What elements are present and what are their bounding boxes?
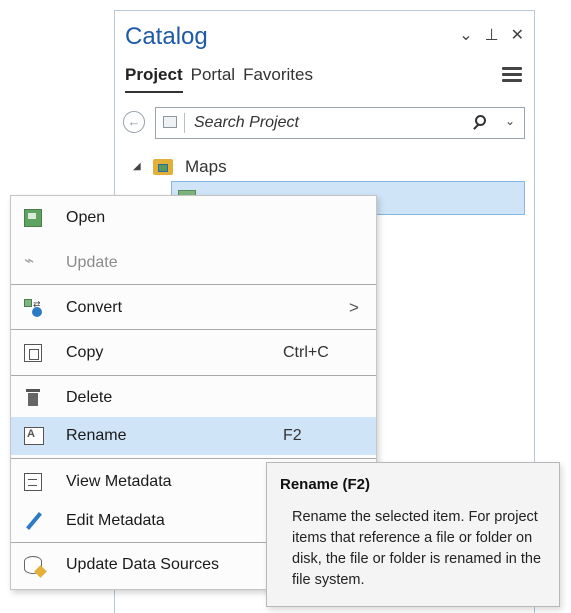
pin-icon[interactable]: ⊥ — [485, 27, 499, 45]
edit-metadata-icon — [24, 512, 42, 530]
menu-shortcut: F2 — [283, 427, 302, 444]
tooltip-title: Rename (F2) — [280, 476, 371, 493]
pane-controls: ⌄ ⊥ ✕ — [459, 27, 524, 45]
close-icon[interactable]: ✕ — [511, 27, 524, 45]
menu-icon[interactable] — [502, 67, 522, 82]
tooltip-body: Rename the selected item. For project it… — [292, 509, 542, 588]
menu-item-label: Delete — [66, 389, 113, 406]
tree-item-maps[interactable]: Maps — [185, 157, 227, 177]
menu-item-copy[interactable]: Copy Ctrl+C — [11, 334, 376, 372]
copy-icon — [24, 344, 42, 362]
menu-item-delete[interactable]: Delete — [11, 379, 376, 417]
convert-icon: ⇄ — [24, 299, 42, 317]
menu-divider — [11, 329, 376, 330]
menu-item-label: View Metadata — [66, 473, 172, 490]
menu-divider — [11, 458, 376, 459]
back-arrow-icon[interactable]: ← — [123, 111, 145, 133]
search-input[interactable]: Search Project — [194, 114, 299, 132]
menu-item-label: Update — [66, 254, 118, 271]
catalog-tabs: Project Portal Favorites — [125, 65, 313, 93]
delete-icon — [24, 389, 42, 407]
search-box[interactable]: Search Project ⌄ — [155, 107, 525, 139]
maps-folder-icon — [153, 159, 173, 175]
chevron-down-icon[interactable]: ⌄ — [459, 27, 472, 45]
map-open-icon — [24, 209, 42, 227]
menu-item-convert[interactable]: ⇄ Convert > — [11, 289, 376, 327]
search-separator — [184, 113, 185, 133]
menu-item-label: Edit Metadata — [66, 512, 165, 529]
menu-item-label: Convert — [66, 299, 123, 316]
menu-divider — [11, 375, 376, 376]
menu-divider — [11, 284, 376, 285]
tab-portal[interactable]: Portal — [191, 65, 235, 93]
tab-favorites[interactable]: Favorites — [243, 65, 313, 93]
menu-item-label: Copy — [66, 344, 104, 361]
menu-item-label: Update Data Sources — [66, 556, 219, 573]
tab-project[interactable]: Project — [125, 65, 183, 93]
rename-tooltip: Rename (F2) Rename the selected item. Fo… — [266, 462, 560, 607]
search-icon[interactable] — [475, 115, 486, 126]
tree-expand-icon[interactable]: ◢ — [133, 161, 141, 172]
menu-shortcut: Ctrl+C — [283, 344, 329, 361]
update-icon: ⌁ — [24, 251, 35, 270]
view-metadata-icon — [24, 473, 42, 491]
search-dropdown-icon[interactable]: ⌄ — [505, 114, 515, 128]
menu-item-rename[interactable]: Rename F2 — [11, 417, 376, 455]
chevron-right-icon: > — [349, 298, 359, 317]
menu-item-label: Open — [66, 209, 106, 226]
rename-icon — [24, 427, 44, 445]
project-home-icon[interactable] — [163, 116, 177, 128]
menu-item-open[interactable]: Open — [11, 199, 376, 237]
pane-title: Catalog — [125, 23, 208, 50]
update-data-sources-icon — [24, 556, 42, 574]
menu-item-update: ⌁ Update — [11, 244, 376, 282]
menu-item-label: Rename — [66, 427, 127, 444]
